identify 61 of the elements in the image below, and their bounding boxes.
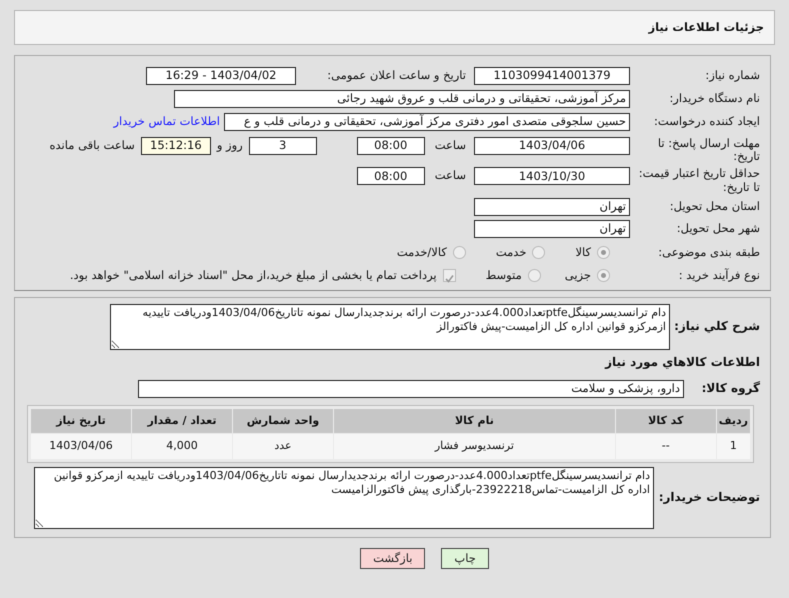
- field-label: ساعت: [434, 137, 466, 154]
- requester-field: حسین سلجوقی متصدی امور دفتری مرکز آموزشی، تحقیقاتی و درمانی قلب و ع: [224, 113, 630, 131]
- goods-group-field: دارو، پزشکی و سلامت: [138, 380, 684, 398]
- city-field: تهران: [474, 220, 630, 238]
- radio-label: جزیی: [564, 267, 591, 284]
- column-header: تعداد / مقدار: [132, 408, 232, 434]
- field-label: نام دستگاه خریدار:: [668, 92, 761, 106]
- radio-label: کالا/خدمت: [396, 244, 447, 262]
- field-label: گروه کالا:: [700, 382, 761, 396]
- field-label: شهر محل تحویل:: [676, 222, 761, 236]
- field-label: ایجاد کننده درخواست:: [653, 115, 761, 129]
- column-header: نام کالا: [334, 408, 615, 434]
- table-cell: 1: [716, 434, 750, 459]
- days-field: 3: [248, 137, 317, 155]
- date-field: 1403/04/06: [474, 137, 630, 155]
- time-field: 08:00: [356, 167, 425, 186]
- field-label: مهلت ارسال پاسخ: تا تاریخ:: [656, 137, 761, 164]
- column-header: کد کالا: [616, 408, 716, 434]
- field-label: استان محل تحویل:: [668, 200, 761, 214]
- field-label: تاریخ و ساعت اعلان عمومی:: [326, 67, 466, 84]
- table-cell: 4,000: [132, 434, 232, 459]
- checkbox[interactable]: [442, 269, 456, 282]
- column-header: واحد شمارش: [233, 408, 333, 434]
- table-cell: --: [616, 434, 716, 459]
- date-field: 1403/10/30: [474, 167, 630, 186]
- field-label: ساعت: [434, 167, 466, 184]
- checkbox-label: پرداخت تمام یا بخشی از مبلغ خرید،از محل "اسناد خزانه اسلامی" خواهد بود.: [70, 267, 437, 284]
- radio-button[interactable]: [528, 269, 541, 282]
- table-cell: 1403/04/06: [31, 434, 131, 459]
- radio-button[interactable]: [597, 246, 610, 260]
- column-header: تاریخ نیاز: [31, 408, 131, 434]
- time-field: 08:00: [356, 137, 425, 155]
- table-cell: ترنسدیوسر فشار: [334, 434, 615, 459]
- field-label: توضیحات خریدار:: [658, 490, 761, 505]
- radio-button[interactable]: [532, 246, 546, 260]
- page-title: جزئیات اطلاعات نیاز: [648, 18, 764, 36]
- field-label: ساعت باقی مانده: [50, 137, 135, 154]
- radio-button[interactable]: [452, 246, 466, 260]
- column-header: ردیف: [716, 408, 750, 434]
- section-heading: اطلاعات کالاهاي مورد نياز: [604, 354, 761, 371]
- buyer-notes-field[interactable]: دام ترانسدیسرسینگلptfeتعداد4.000عدد-درصورت ارائه برندجدیدارسال نمونه تاتاریخ1403/04/06ودریافت تاییدیه ازمرکزو قوانین اداره کل الزامیست-تماس23922218-بارگذاری پیش فاکتورالزامیست: [34, 466, 654, 529]
- contact-link[interactable]: اطلاعات تماس خریدار: [113, 113, 220, 131]
- buyer-org-field: مرکز آموزشی، تحقیقاتی و درمانی قلب و عروق شهید رجائی: [174, 90, 630, 108]
- print-button[interactable]: چاپ: [441, 548, 489, 570]
- province-field: تهران: [474, 198, 630, 216]
- field-label: روز و: [216, 137, 243, 154]
- table-cell: عدد: [233, 434, 333, 459]
- field-label: طبقه بندی موضوعی:: [657, 246, 761, 260]
- back-button[interactable]: بازگشت: [360, 548, 426, 570]
- field-label: حداقل تاریخ اعتبار قیمت: تا تاریخ:: [638, 167, 761, 194]
- radio-label: کالا: [575, 244, 591, 262]
- description-field[interactable]: دام ترانسدیسرسینگلptfeتعداد4.000عدد-درصورت ارائه برندجدیدارسال نمونه تاتاریخ1403/04/06ودریافت تاییدیه ازمرکزو قوانین اداره کل الزامیست-پیش فاکتورالز: [110, 304, 670, 350]
- field-label: نوع فرآیند خرید :: [678, 269, 761, 282]
- radio-button[interactable]: [597, 269, 610, 282]
- field-label: شرح کلي نياز:: [673, 320, 761, 334]
- need-number-field: 1103099414001379: [474, 67, 630, 85]
- countdown-field: 15:12:16: [140, 137, 211, 155]
- radio-label: متوسط: [486, 267, 522, 284]
- radio-label: خدمت: [496, 244, 526, 262]
- field-label: شماره نیاز:: [704, 69, 761, 83]
- announce-date-field: 1403/04/02 - 16:29: [146, 67, 296, 85]
